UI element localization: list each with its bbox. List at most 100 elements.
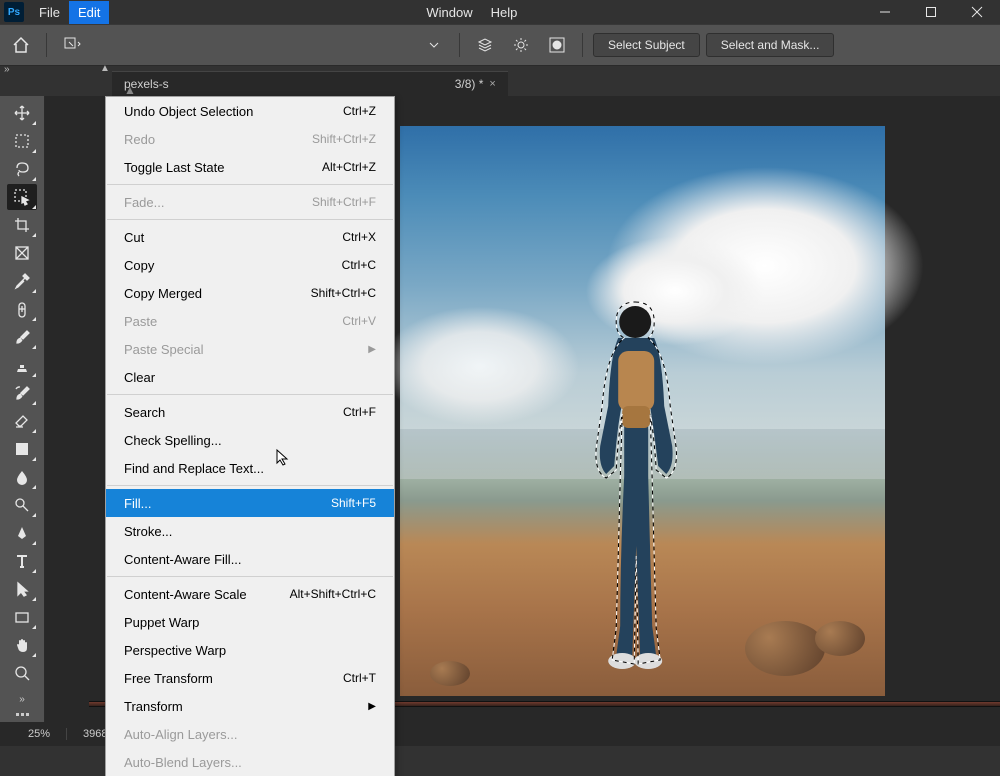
layers-icon[interactable] xyxy=(470,31,500,59)
menu-item[interactable]: Fill...Shift+F5 xyxy=(106,489,394,517)
tab-close-icon[interactable]: × xyxy=(489,78,495,90)
menu-item[interactable]: CopyCtrl+C xyxy=(106,251,394,279)
menu-item[interactable]: Undo Object Selection Ctrl+Z xyxy=(106,97,394,125)
menu-item-label: Transform xyxy=(124,699,183,714)
rectangle-tool-icon[interactable] xyxy=(7,604,37,630)
menu-item[interactable]: Copy MergedShift+Ctrl+C xyxy=(106,279,394,307)
menu-item[interactable]: Check Spelling... xyxy=(106,426,394,454)
dodge-tool-icon[interactable] xyxy=(7,492,37,518)
menu-item-label: Cut xyxy=(124,230,144,245)
menu-item: Fade... Shift+Ctrl+F xyxy=(106,188,394,216)
menu-item[interactable]: Perspective Warp xyxy=(106,636,394,664)
menu-item: PasteCtrl+V xyxy=(106,307,394,335)
home-icon[interactable] xyxy=(6,31,36,59)
menu-item[interactable]: Cut Ctrl+X xyxy=(106,223,394,251)
close-button[interactable] xyxy=(954,0,1000,24)
edit-toolbar-icon[interactable] xyxy=(16,713,29,716)
options-bar: Select Subject Select and Mask... xyxy=(0,24,1000,66)
menu-item-label: Find and Replace Text... xyxy=(124,461,264,476)
document-tab[interactable]: pexels-s 3/8) * × xyxy=(112,71,508,96)
menu-item-label: Content-Aware Fill... xyxy=(124,552,242,567)
menu-item-label: Undo Object Selection xyxy=(124,104,253,119)
mask-icon[interactable] xyxy=(542,31,572,59)
gradient-tool-icon[interactable] xyxy=(7,436,37,462)
options-overflow-icon[interactable]: » xyxy=(4,64,10,75)
menu-edit[interactable]: Edit xyxy=(69,1,109,24)
menu-window[interactable]: Window xyxy=(417,1,481,24)
eyedropper-tool-icon[interactable] xyxy=(7,268,37,294)
menu-item-label: Search xyxy=(124,405,165,420)
menu-item-shortcut: Shift+Ctrl+Z xyxy=(312,132,376,146)
healing-brush-tool-icon[interactable] xyxy=(7,296,37,322)
menu-item[interactable]: Find and Replace Text... xyxy=(106,454,394,482)
menu-item-label: Content-Aware Scale xyxy=(124,587,247,602)
divider xyxy=(46,33,47,57)
workspace: » xyxy=(0,96,1000,746)
tab-suffix: 3/8) * xyxy=(455,77,484,91)
menu-separator xyxy=(107,485,393,486)
menu-scroll-up-icon[interactable]: ▲ xyxy=(124,83,136,97)
gear-icon[interactable] xyxy=(506,31,536,59)
window-controls xyxy=(862,0,1000,24)
eraser-tool-icon[interactable] xyxy=(7,408,37,434)
menu-item-shortcut: Ctrl+Z xyxy=(343,104,376,118)
menu-item-label: Puppet Warp xyxy=(124,615,199,630)
menu-item-shortcut: Alt+Ctrl+Z xyxy=(322,160,376,174)
type-tool-icon[interactable] xyxy=(7,548,37,574)
menu-item[interactable]: Clear xyxy=(106,363,394,391)
menu-item[interactable]: Content-Aware ScaleAlt+Shift+Ctrl+C xyxy=(106,580,394,608)
pen-tool-icon[interactable] xyxy=(7,520,37,546)
minimize-button[interactable] xyxy=(862,0,908,24)
history-brush-tool-icon[interactable] xyxy=(7,380,37,406)
menu-item-label: Fade... xyxy=(124,195,164,210)
menu-item[interactable]: Free TransformCtrl+T xyxy=(106,664,394,692)
lasso-tool-icon[interactable] xyxy=(7,156,37,182)
menu-item[interactable]: Puppet Warp xyxy=(106,608,394,636)
select-and-mask-button[interactable]: Select and Mask... xyxy=(706,33,835,57)
zoom-tool-icon[interactable] xyxy=(7,660,37,686)
select-subject-button[interactable]: Select Subject xyxy=(593,33,700,57)
brush-tool-icon[interactable] xyxy=(7,324,37,350)
submenu-arrow-icon: ▶ xyxy=(368,344,376,355)
crop-tool-icon[interactable] xyxy=(7,212,37,238)
menu-item-label: Toggle Last State xyxy=(124,160,224,175)
path-selection-tool-icon[interactable] xyxy=(7,576,37,602)
menu-item-shortcut: Ctrl+T xyxy=(343,671,376,685)
menu-item[interactable]: Transform▶ xyxy=(106,692,394,720)
clone-stamp-tool-icon[interactable] xyxy=(7,352,37,378)
object-selection-tool-icon[interactable] xyxy=(7,184,37,210)
menu-item[interactable]: SearchCtrl+F xyxy=(106,398,394,426)
zoom-level[interactable]: 25% xyxy=(12,728,67,740)
cursor-pointer-icon xyxy=(275,448,293,466)
mode-dropdown-icon[interactable] xyxy=(419,31,449,59)
menu-file[interactable]: File xyxy=(30,1,69,24)
maximize-button[interactable] xyxy=(908,0,954,24)
blur-tool-icon[interactable] xyxy=(7,464,37,490)
menu-item-label: Paste Special xyxy=(124,342,204,357)
document-tabs: ▲ pexels-s 3/8) * × xyxy=(0,66,1000,96)
menu-separator xyxy=(107,219,393,220)
menu-help[interactable]: Help xyxy=(482,1,527,24)
menu-item[interactable]: Content-Aware Fill... xyxy=(106,545,394,573)
move-tool-icon[interactable] xyxy=(7,100,37,126)
title-bar: Ps File Edit Window Help xyxy=(0,0,1000,24)
tool-preset-icon[interactable] xyxy=(57,31,87,59)
tool-overflow-icon[interactable]: » xyxy=(19,694,25,705)
divider xyxy=(582,33,583,57)
menu-separator xyxy=(107,184,393,185)
frame-tool-icon[interactable] xyxy=(7,240,37,266)
menu-item-shortcut: Shift+Ctrl+F xyxy=(312,195,376,209)
menu-item[interactable]: Toggle Last State Alt+Ctrl+Z xyxy=(106,153,394,181)
marquee-tool-icon[interactable] xyxy=(7,128,37,154)
menu-item: RedoShift+Ctrl+Z xyxy=(106,125,394,153)
menu-item-label: Copy Merged xyxy=(124,286,202,301)
menu-item: Auto-Blend Layers... xyxy=(106,748,394,776)
menu-item-label: Perspective Warp xyxy=(124,643,226,658)
expand-tab-icon[interactable]: ▲ xyxy=(100,63,112,74)
menu-bar: File Edit Window Help xyxy=(30,1,526,24)
menu-item[interactable]: Stroke... xyxy=(106,517,394,545)
menu-item-shortcut: Ctrl+V xyxy=(342,314,376,328)
hand-tool-icon[interactable] xyxy=(7,632,37,658)
menu-item-shortcut: Ctrl+X xyxy=(342,230,376,244)
menu-item-shortcut: Shift+F5 xyxy=(331,496,376,510)
